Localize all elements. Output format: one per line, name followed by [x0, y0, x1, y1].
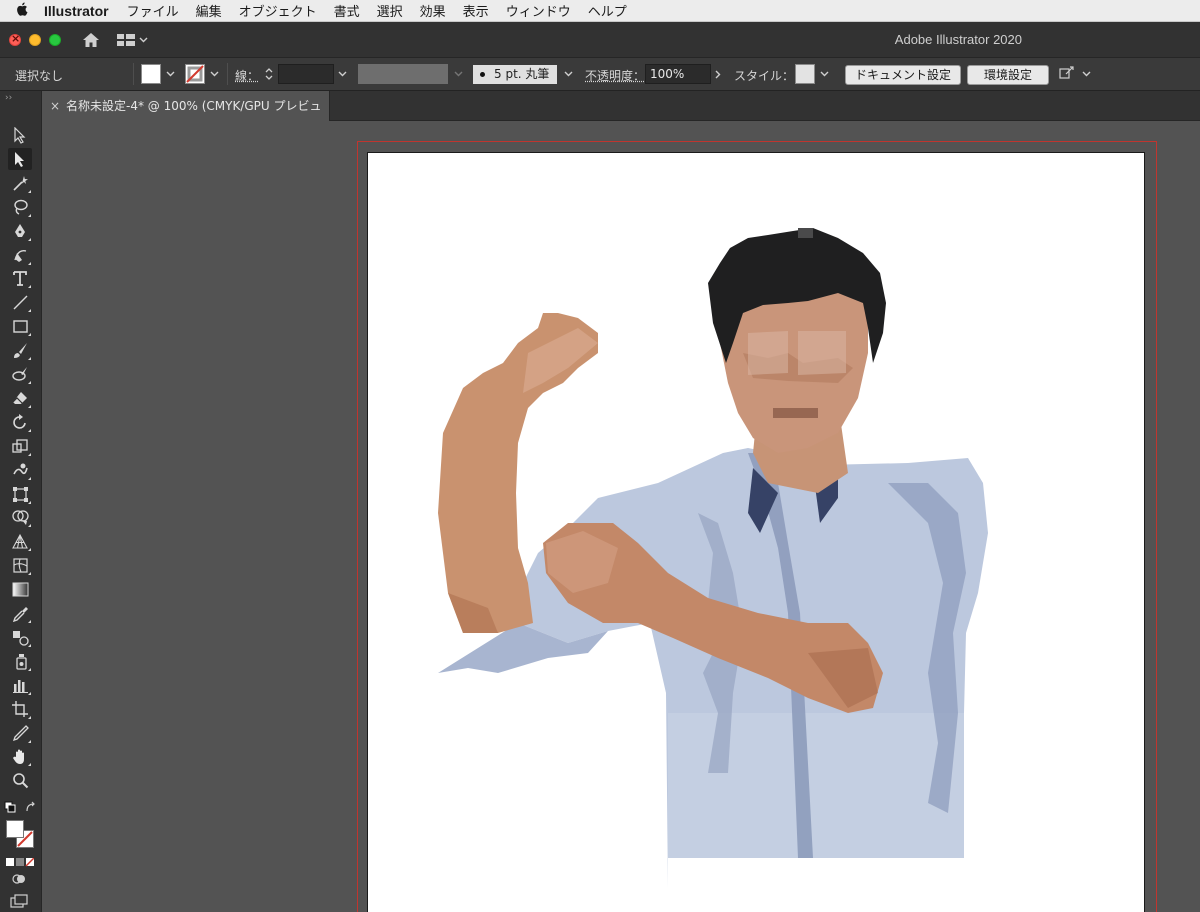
direct-selection-tool-icon[interactable]	[8, 147, 32, 170]
blend-tool-icon[interactable]	[8, 626, 32, 648]
stroke-weight-stepper[interactable]	[262, 64, 276, 84]
style-label: スタイル：	[734, 69, 795, 83]
warp-tool-icon[interactable]	[8, 459, 32, 481]
rotate-tool-icon[interactable]	[8, 411, 32, 433]
menu-object[interactable]: オブジェクト	[239, 1, 317, 20]
menu-window[interactable]: ウィンドウ	[506, 1, 571, 20]
brush-dot-icon	[480, 72, 485, 77]
workspace-switcher[interactable]	[117, 33, 148, 47]
lasso-tool-icon[interactable]	[8, 196, 32, 218]
style-dropdown-chevron-icon[interactable]	[817, 64, 831, 84]
zoom-window-button[interactable]	[49, 33, 61, 46]
document-setup-button[interactable]: ドキュメント設定	[845, 65, 961, 85]
magic-wand-tool-icon[interactable]	[8, 172, 32, 194]
panel-collapse-icon[interactable]: ››	[5, 93, 12, 103]
menu-type[interactable]: 書式	[334, 1, 360, 20]
default-fill-stroke-icon[interactable]	[4, 801, 16, 816]
slice-tool-icon[interactable]	[8, 722, 32, 744]
menu-select[interactable]: 選択	[377, 1, 403, 20]
selection-status: 選択なし	[15, 69, 64, 83]
fill-swatch[interactable]	[141, 64, 161, 84]
mosaic-photo-shapes	[438, 228, 988, 888]
fill-color-box[interactable]	[6, 820, 24, 838]
title-bar: Adobe Illustrator 2020	[0, 22, 1200, 58]
arrange-documents-icon[interactable]	[1058, 66, 1076, 85]
pen-tool-icon[interactable]	[8, 220, 32, 242]
brush-dropdown-chevron-icon[interactable]	[561, 64, 575, 84]
menu-help[interactable]: ヘルプ	[588, 1, 627, 20]
drawing-mode-icon[interactable]	[12, 872, 26, 889]
mosaic-photo[interactable]	[368, 153, 1144, 912]
curvature-tool-icon[interactable]	[8, 244, 32, 266]
arrange-dropdown-chevron-icon[interactable]	[1079, 64, 1093, 84]
eraser-tool-icon[interactable]	[8, 387, 32, 409]
stroke-weight-label[interactable]: 線：	[235, 67, 259, 84]
close-tab-icon[interactable]: ×	[44, 91, 66, 121]
stroke-dropdown-chevron-icon[interactable]	[207, 64, 221, 84]
canvas-area[interactable]	[42, 121, 1200, 912]
menu-effect[interactable]: 効果	[420, 1, 446, 20]
opacity-label[interactable]: 不透明度：	[585, 67, 645, 84]
zoom-tool-icon[interactable]	[8, 769, 32, 791]
artboard-tool-icon[interactable]	[8, 698, 32, 720]
menu-bar: Illustrator ファイル 編集 オブジェクト 書式 選択 効果 表示 ウ…	[0, 0, 1200, 22]
gradient-tool-icon[interactable]	[8, 578, 32, 600]
blob-brush-tool-icon[interactable]	[8, 363, 32, 385]
chevron-down-icon	[139, 37, 148, 42]
app-menu[interactable]: Illustrator	[44, 3, 109, 19]
opacity-expand-chevron-right-icon[interactable]	[711, 64, 725, 84]
hand-tool-icon[interactable]	[8, 745, 32, 767]
control-bar-divider	[227, 63, 228, 85]
symbol-sprayer-tool-icon[interactable]	[8, 650, 32, 672]
menu-edit[interactable]: 編集	[196, 1, 222, 20]
close-window-button[interactable]	[9, 32, 21, 46]
home-icon[interactable]	[81, 30, 101, 50]
selection-tool-icon[interactable]	[8, 124, 32, 146]
fill-dropdown-chevron-icon[interactable]	[163, 64, 177, 84]
type-tool-icon[interactable]	[8, 267, 32, 289]
line-tool-icon[interactable]	[8, 291, 32, 313]
brush-definition-selector[interactable]: 5 pt. 丸筆	[473, 65, 557, 84]
scale-tool-icon[interactable]	[8, 435, 32, 457]
document-tab[interactable]: ×名称未設定-4* @ 100% (CMYK/GPU プレビュー)	[42, 91, 330, 143]
variable-width-profile-preview[interactable]	[358, 64, 448, 84]
menu-view[interactable]: 表示	[463, 1, 489, 20]
color-mode-icons[interactable]	[6, 856, 35, 870]
screen-mode-icon[interactable]	[10, 894, 28, 911]
swap-fill-stroke-icon[interactable]	[25, 801, 37, 816]
width-profile-chevron-icon[interactable]	[451, 64, 465, 84]
control-bar-divider	[133, 63, 134, 85]
column-graph-tool-icon[interactable]	[8, 674, 32, 696]
window-controls	[9, 32, 61, 46]
rectangle-tool-icon[interactable]	[8, 315, 32, 337]
paintbrush-tool-icon[interactable]	[8, 339, 32, 361]
window-title: Adobe Illustrator 2020	[894, 32, 1022, 47]
opacity-field[interactable]: 100%	[645, 64, 711, 84]
brush-definition-label: 5 pt. 丸筆	[494, 67, 550, 81]
stroke-swatch[interactable]	[185, 64, 205, 84]
workspace-layout-icon	[117, 33, 135, 46]
minimize-window-button[interactable]	[29, 33, 41, 46]
mesh-tool-icon[interactable]	[8, 554, 32, 576]
eyedropper-tool-icon[interactable]	[8, 602, 32, 624]
preferences-button[interactable]: 環境設定	[967, 65, 1049, 85]
stroke-weight-dropdown-chevron-icon[interactable]	[335, 64, 349, 84]
perspective-grid-tool-icon[interactable]	[8, 530, 32, 552]
menu-file[interactable]: ファイル	[127, 1, 179, 20]
apple-menu-icon[interactable]	[0, 2, 44, 20]
artboard[interactable]	[368, 153, 1144, 912]
free-transform-tool-icon[interactable]	[8, 483, 32, 505]
shape-builder-tool-icon[interactable]	[8, 506, 32, 528]
graphic-style-swatch[interactable]	[795, 64, 815, 84]
stroke-weight-field[interactable]	[278, 64, 334, 84]
document-tab-strip: ×名称未設定-4* @ 100% (CMYK/GPU プレビュー)	[42, 91, 1200, 143]
